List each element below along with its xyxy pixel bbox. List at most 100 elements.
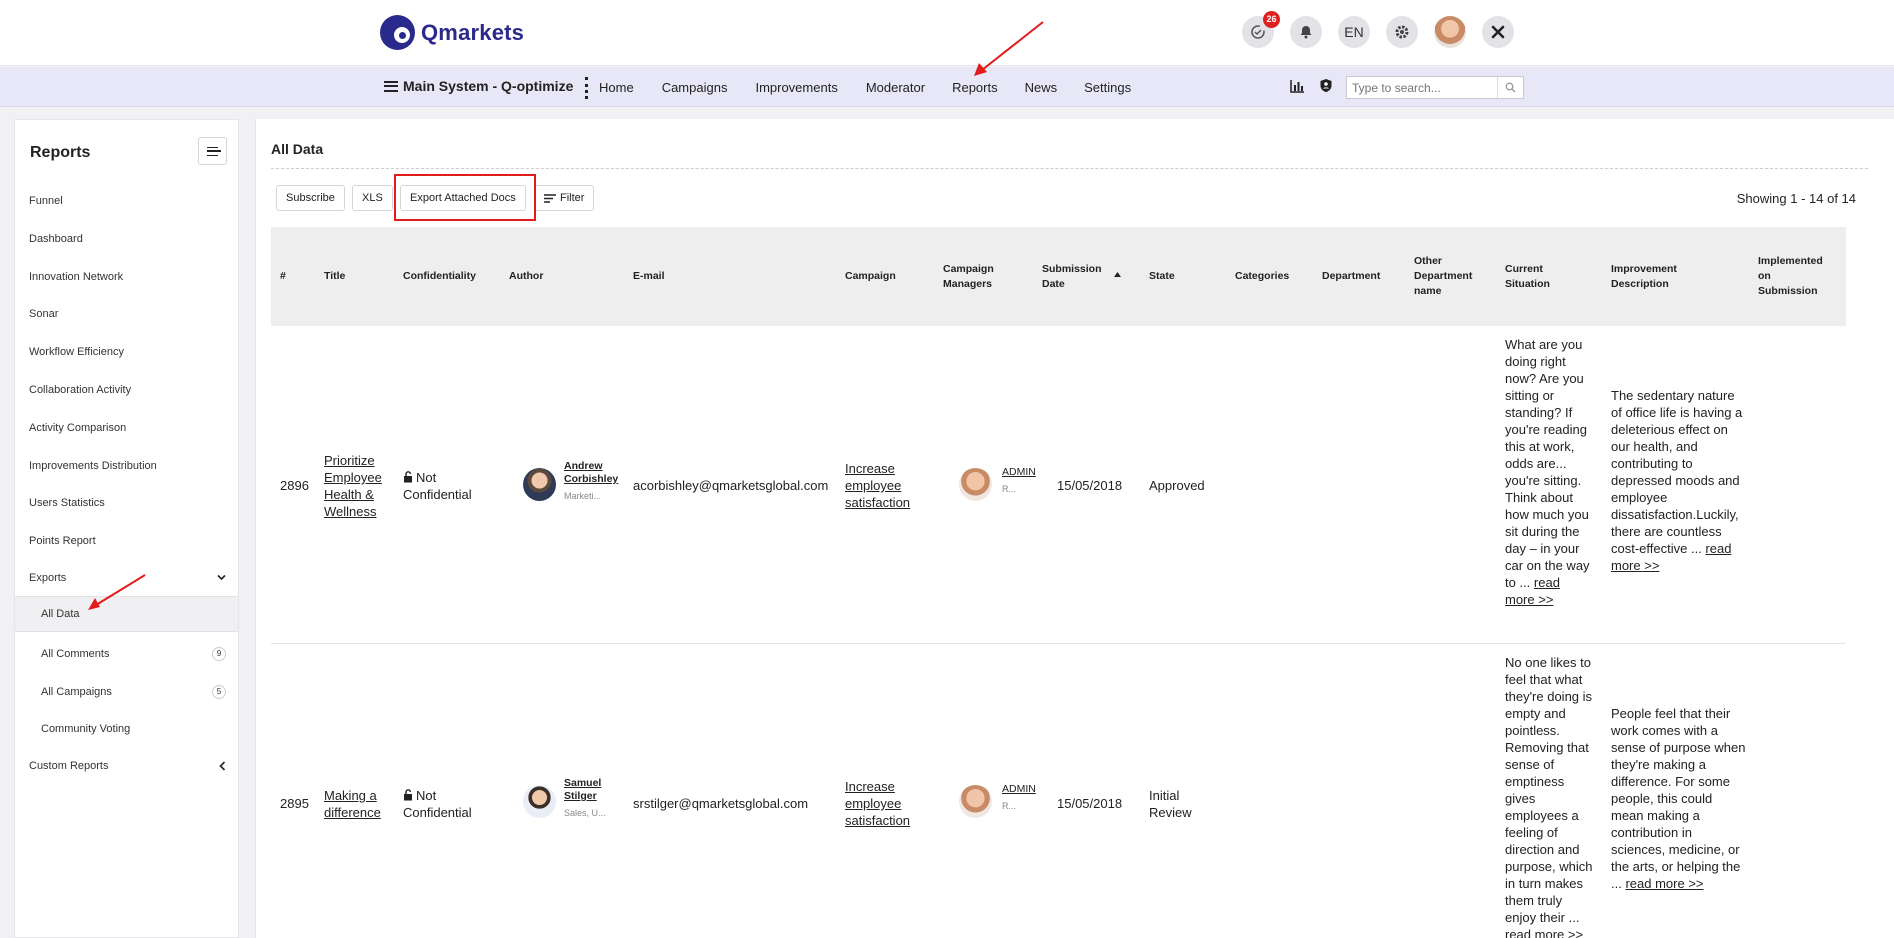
col-implemented-on-submission[interactable]: Implemented on Submission <box>1758 227 1828 326</box>
current-situation-text: What are you doing right now? Are you si… <box>1505 337 1590 590</box>
manager-name-link[interactable]: ADMIN <box>1002 466 1047 479</box>
sidebar-item-improvements-distribution[interactable]: Improvements Distribution <box>29 460 229 472</box>
submission-date-label: Submission Date <box>1042 262 1102 290</box>
row-state: Initial Review <box>1149 788 1192 820</box>
sidebar-item-sonar[interactable]: Sonar <box>29 308 229 320</box>
manager-role: R... <box>1002 484 1017 494</box>
nav-tools <box>1290 78 1333 93</box>
nav-settings[interactable]: Settings <box>1084 80 1131 95</box>
author-info: Andrew Corbishley Marketi... <box>564 460 629 505</box>
row-current-situation: No one likes to feel that what they're d… <box>1505 654 1593 938</box>
row-campaign-link[interactable]: Increase employee satisfaction <box>845 778 920 829</box>
row-campaign-link[interactable]: Increase employee satisfaction <box>845 460 920 511</box>
qmarkets-logo[interactable]: Qmarkets <box>380 15 524 50</box>
sidebar-item-workflow-efficiency[interactable]: Workflow Efficiency <box>29 346 229 358</box>
nav-campaigns[interactable]: Campaigns <box>662 80 728 95</box>
sidebar-item-activity-comparison[interactable]: Activity Comparison <box>29 422 229 434</box>
sidebar-sub-community-voting[interactable]: Community Voting <box>15 711 238 747</box>
nav-improvements[interactable]: Improvements <box>755 80 837 95</box>
sidebar-title: Reports <box>30 144 91 161</box>
sidebar-sub-all-campaigns[interactable]: All Campaigns 5 <box>15 674 238 710</box>
col-improvement-description[interactable]: Improvement Description <box>1611 227 1691 326</box>
author-info: Samuel Stilger Sales, U... <box>564 777 629 822</box>
author-avatar[interactable] <box>523 468 556 501</box>
sidebar-menu-button[interactable] <box>198 137 227 165</box>
logo-mark-icon <box>380 15 415 50</box>
col-email[interactable]: E-mail <box>633 227 693 326</box>
nav-home[interactable]: Home <box>599 80 634 95</box>
col-confidentiality[interactable]: Confidentiality <box>403 227 483 326</box>
manager-name-link[interactable]: ADMIN <box>1002 783 1047 796</box>
bar-chart-icon[interactable] <box>1290 79 1305 93</box>
table-row: 2896 Prioritize Employee Health & Wellne… <box>271 326 1846 644</box>
xls-button[interactable]: XLS <box>352 185 393 211</box>
row-title-link[interactable]: Making a difference <box>324 787 394 821</box>
admin-tools-button[interactable] <box>1482 16 1514 48</box>
row-id: 2895 <box>280 796 309 811</box>
count-badge: 5 <box>212 685 226 699</box>
read-more-link[interactable]: read more >> <box>1625 876 1703 891</box>
col-campaign-managers[interactable]: Campaign Managers <box>943 227 1003 326</box>
sidebar-item-custom-reports[interactable]: Custom Reports <box>29 760 229 772</box>
manager-avatar[interactable] <box>959 785 992 818</box>
filter-label: Filter <box>560 192 585 204</box>
manager-info: ADMIN R... <box>1002 466 1047 498</box>
tasks-button[interactable]: 26 <box>1242 11 1280 48</box>
chevron-left-icon <box>219 761 226 771</box>
sidebar-sub-all-data[interactable]: All Data <box>15 596 238 632</box>
row-email: srstilger@qmarketsglobal.com <box>633 796 809 811</box>
system-switcher[interactable]: Main System - Q-optimize <box>384 78 573 94</box>
nav-news[interactable]: News <box>1025 80 1058 95</box>
tasks-badge: 26 <box>1263 11 1280 28</box>
row-submission-date: 15/05/2018 <box>1057 796 1123 811</box>
settings-button[interactable] <box>1386 16 1418 48</box>
filter-lines-icon <box>544 193 556 203</box>
sidebar-sub-all-comments[interactable]: All Comments 9 <box>15 636 238 672</box>
user-avatar[interactable] <box>1434 16 1466 48</box>
manager-avatar[interactable] <box>959 468 992 501</box>
col-other-department[interactable]: Other Department name <box>1414 227 1480 326</box>
sidebar-item-collaboration-activity[interactable]: Collaboration Activity <box>29 384 229 396</box>
col-state[interactable]: State <box>1149 227 1199 326</box>
gear-icon <box>1395 25 1409 39</box>
row-current-situation: What are you doing right now? Are you si… <box>1505 336 1593 608</box>
shield-user-icon[interactable] <box>1319 78 1333 93</box>
row-title-link[interactable]: Prioritize Employee Health & Wellness <box>324 452 394 520</box>
exports-label: Exports <box>29 572 67 584</box>
read-more-link[interactable]: read more >> <box>1505 927 1583 938</box>
sidebar-item-points-report[interactable]: Points Report <box>29 535 229 547</box>
improvement-text: The sedentary nature of office life is h… <box>1611 388 1743 556</box>
chevron-down-icon <box>217 574 226 581</box>
nav-divider <box>585 77 588 99</box>
author-name-link[interactable]: Andrew Corbishley <box>564 460 629 486</box>
sub-label: All Comments <box>41 648 110 660</box>
author-name-link[interactable]: Samuel Stilger <box>564 777 629 803</box>
nav-links: Home Campaigns Improvements Moderator Re… <box>599 80 1131 95</box>
current-situation-text: No one likes to feel that what they're d… <box>1505 655 1593 925</box>
search-button[interactable] <box>1497 77 1523 98</box>
col-campaign[interactable]: Campaign <box>845 227 905 326</box>
filter-button[interactable]: Filter <box>534 185 595 211</box>
language-button[interactable]: EN <box>1338 16 1370 48</box>
col-categories[interactable]: Categories <box>1235 227 1300 326</box>
col-submission-date[interactable]: Submission Date <box>1042 227 1121 326</box>
row-submission-date: 15/05/2018 <box>1057 478 1123 493</box>
col-title[interactable]: Title <box>324 227 384 326</box>
subscribe-button[interactable]: Subscribe <box>276 185 345 211</box>
author-avatar[interactable] <box>523 785 556 818</box>
search-input[interactable] <box>1347 77 1497 98</box>
sidebar-item-dashboard[interactable]: Dashboard <box>29 233 229 245</box>
sidebar-item-funnel[interactable]: Funnel <box>29 195 229 207</box>
sidebar-item-exports[interactable]: Exports <box>29 572 229 584</box>
unlock-icon <box>404 471 412 483</box>
title-divider <box>271 168 1868 169</box>
col-author[interactable]: Author <box>509 227 569 326</box>
sidebar-item-innovation-network[interactable]: Innovation Network <box>29 271 229 283</box>
nav-moderator[interactable]: Moderator <box>866 80 925 95</box>
col-current-situation[interactable]: Current Situation <box>1505 227 1571 326</box>
check-circle-icon <box>1251 25 1265 39</box>
nav-reports[interactable]: Reports <box>952 80 998 95</box>
notifications-button[interactable] <box>1290 16 1322 48</box>
sidebar-item-users-statistics[interactable]: Users Statistics <box>29 497 229 509</box>
col-department[interactable]: Department <box>1322 227 1387 326</box>
